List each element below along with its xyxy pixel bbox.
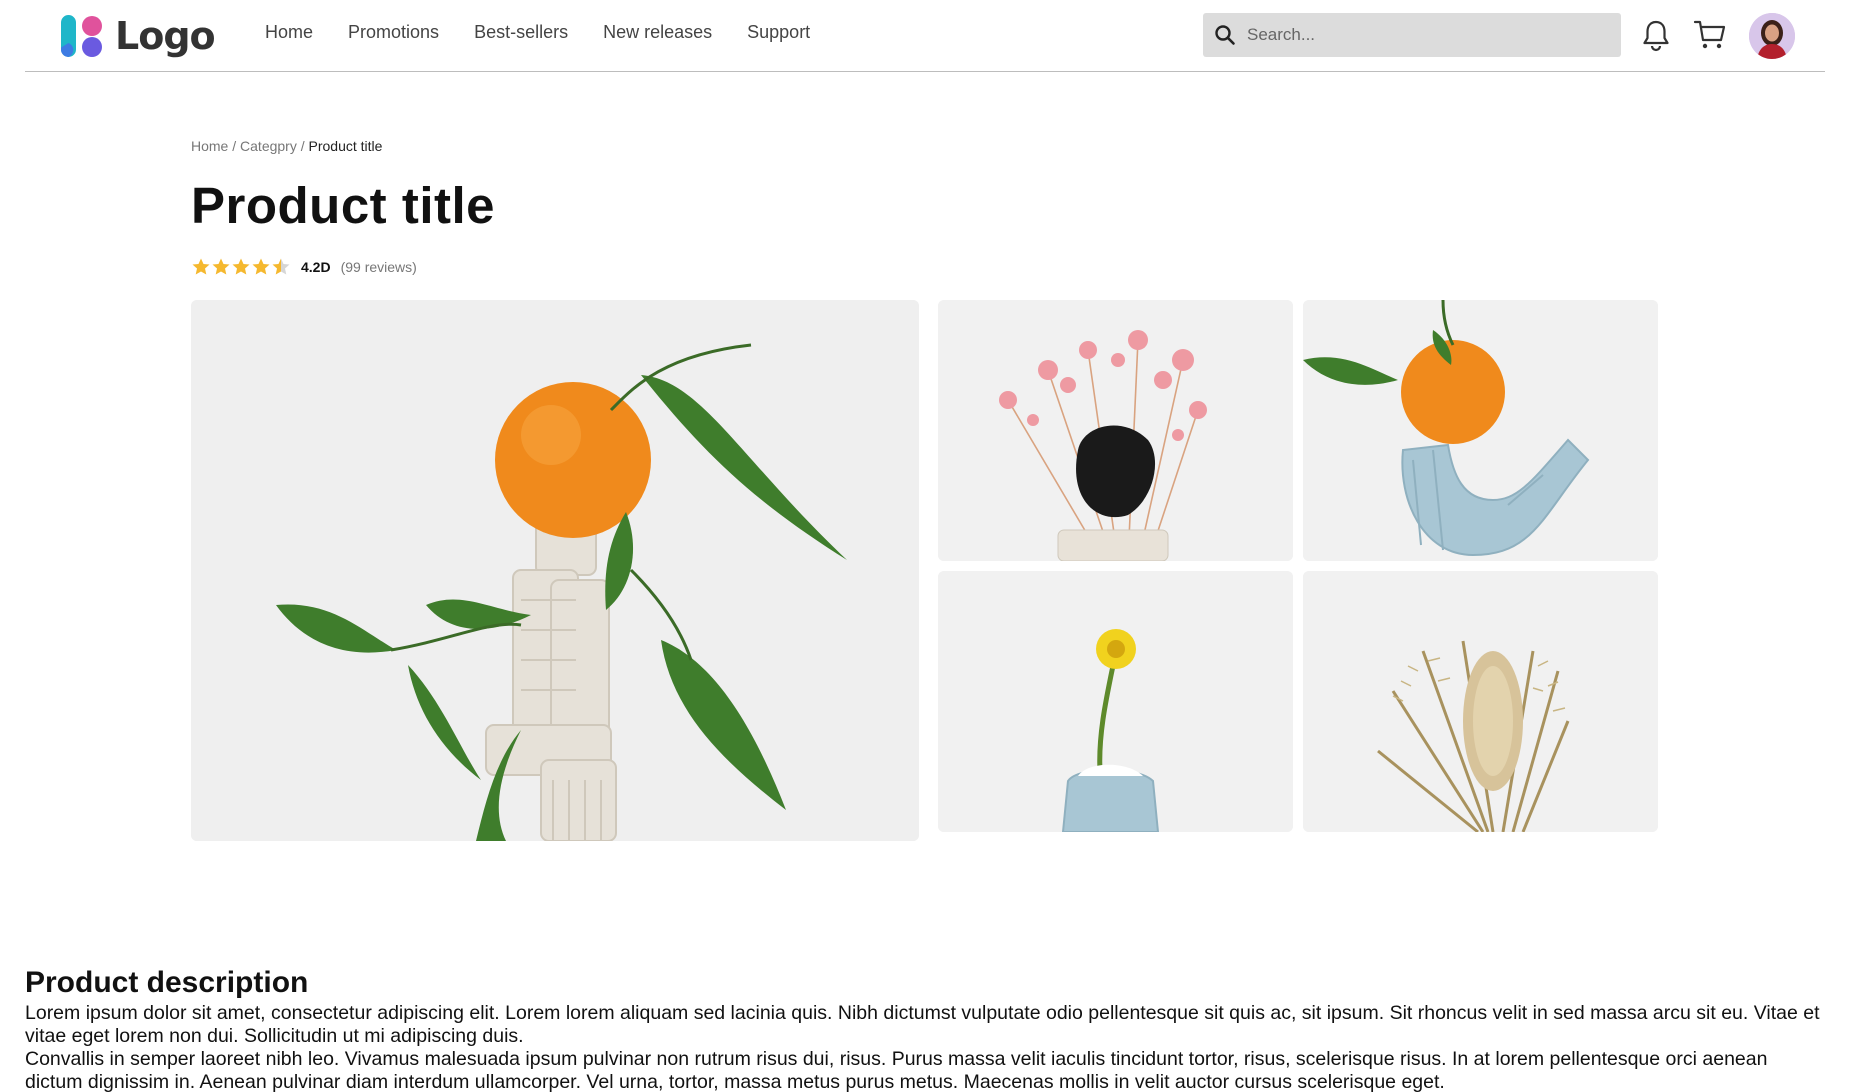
nav-home[interactable]: Home — [265, 22, 313, 43]
search-bar — [1203, 13, 1621, 57]
breadcrumb-separator: / — [300, 138, 305, 154]
nav-promotions[interactable]: Promotions — [348, 22, 439, 43]
nav-new-releases[interactable]: New releases — [603, 22, 712, 43]
search-icon[interactable] — [1214, 24, 1236, 51]
product-thumbnail-4[interactable] — [1303, 571, 1658, 832]
avatar[interactable] — [1749, 13, 1795, 59]
product-rating: 4.2D (99 reviews) — [191, 257, 417, 277]
description-title: Product description — [25, 966, 309, 999]
product-image-main[interactable] — [191, 300, 919, 841]
breadcrumb-separator: / — [232, 138, 237, 154]
search-input[interactable] — [1247, 13, 1607, 57]
star-icon — [232, 258, 250, 275]
top-header: Logo Home Promotions Best-sellers New re… — [25, 0, 1825, 72]
logo-mark-icon — [59, 13, 109, 59]
review-count[interactable]: (99 reviews) — [341, 259, 417, 275]
breadcrumb-category[interactable]: Categpry — [240, 138, 297, 154]
star-icon — [252, 258, 270, 275]
star-icon — [212, 258, 230, 275]
description-body: Lorem ipsum dolor sit amet, consectetur … — [25, 1002, 1825, 1092]
nav-best-sellers[interactable]: Best-sellers — [474, 22, 568, 43]
bell-icon[interactable] — [1641, 18, 1671, 57]
rating-stars — [191, 257, 291, 277]
page-title: Product title — [191, 177, 496, 234]
star-icon — [192, 258, 210, 275]
cart-icon[interactable] — [1693, 18, 1727, 57]
product-thumbnail-1[interactable] — [938, 300, 1293, 561]
logo-text: Logo — [115, 14, 216, 58]
description-paragraph: Lorem ipsum dolor sit amet, consectetur … — [25, 1002, 1820, 1047]
breadcrumb-home[interactable]: Home — [191, 138, 228, 154]
product-thumbnail-3[interactable] — [938, 571, 1293, 832]
main-nav: Home Promotions Best-sellers New release… — [265, 22, 845, 43]
half-star-icon — [272, 258, 290, 275]
breadcrumb: Home / Categpry / Product title — [191, 138, 382, 154]
nav-support[interactable]: Support — [747, 22, 810, 43]
description-paragraph: Convallis in semper laoreet nibh leo. Vi… — [25, 1048, 1768, 1092]
logo[interactable]: Logo — [59, 13, 216, 59]
product-thumbnail-2[interactable] — [1303, 300, 1658, 561]
breadcrumb-current: Product title — [308, 138, 383, 154]
rating-value: 4.2D — [301, 259, 331, 275]
